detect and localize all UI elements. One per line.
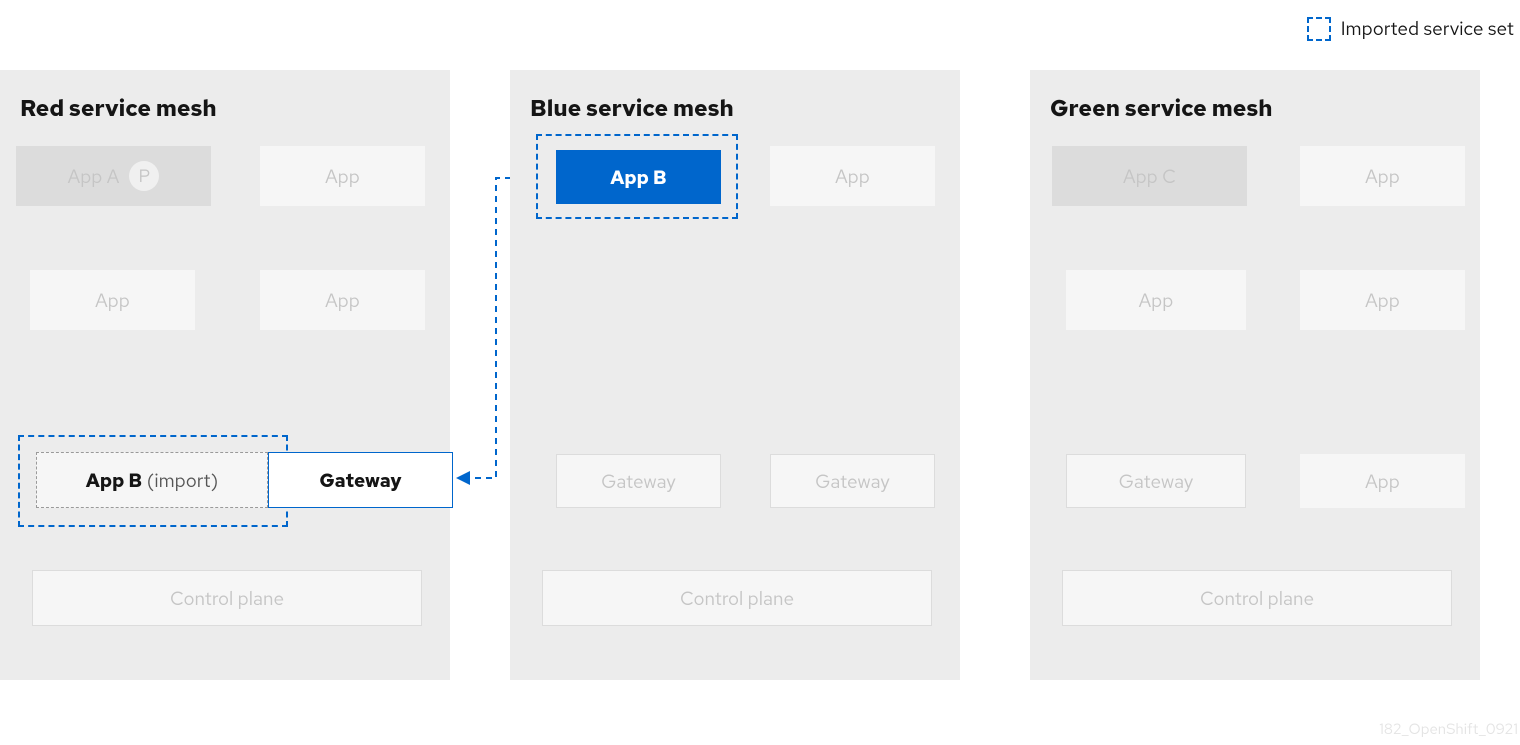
app-b-import-paren: (import) (147, 468, 218, 493)
legend-label: Imported service set (1341, 16, 1514, 41)
footer-note: 182_OpenShift_0921 (1379, 719, 1518, 739)
node-red-app-2: App (30, 270, 195, 330)
diagram-stage: Red service mesh App A P App App App Con… (0, 70, 1520, 680)
node-red-app-3: App (260, 270, 425, 330)
node-blue-app-1: App (770, 146, 935, 206)
node-app-c: App C (1052, 146, 1247, 206)
mesh-blue: Blue service mesh App B App Gateway Gate… (510, 70, 960, 680)
legend: Imported service set (1307, 16, 1514, 41)
node-blue-control-plane: Control plane (542, 570, 932, 626)
node-green-app-3: App (1300, 270, 1465, 330)
mesh-title-blue: Blue service mesh (530, 94, 944, 124)
node-red-gateway: Gateway (268, 452, 453, 508)
node-app-a-label: App A (68, 164, 120, 189)
node-app-a: App A P (16, 146, 211, 206)
node-blue-gateway-1: Gateway (556, 454, 721, 508)
p-badge: P (129, 161, 159, 191)
mesh-green: Green service mesh App C App App App Gat… (1030, 70, 1480, 680)
node-green-gateway: Gateway (1066, 454, 1246, 508)
node-app-b: App B (556, 150, 721, 204)
node-red-app-1: App (260, 146, 425, 206)
mesh-title-green: Green service mesh (1050, 94, 1464, 124)
node-green-app-4: App (1300, 454, 1465, 508)
legend-swatch (1307, 17, 1331, 41)
mesh-title-red: Red service mesh (20, 94, 434, 124)
node-blue-gateway-2: Gateway (770, 454, 935, 508)
node-red-control-plane: Control plane (32, 570, 422, 626)
node-green-app-1: App (1300, 146, 1465, 206)
mesh-red: Red service mesh App A P App App App Con… (0, 70, 450, 680)
app-b-import-label: App B (86, 468, 143, 493)
node-green-app-2: App (1066, 270, 1246, 330)
node-app-b-import: App B (import) (36, 452, 268, 508)
node-green-control-plane: Control plane (1062, 570, 1452, 626)
